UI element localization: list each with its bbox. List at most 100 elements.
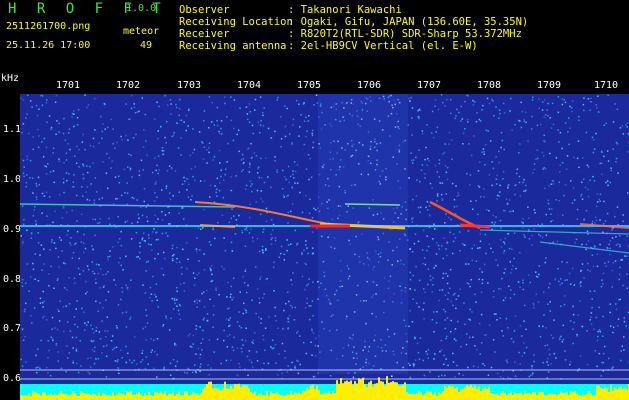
noise-speck [523, 320, 525, 322]
noise-speck [171, 244, 174, 247]
noise-speck [596, 339, 599, 342]
level-bar [296, 393, 298, 400]
noise-speck [157, 253, 159, 255]
noise-speck [99, 221, 101, 224]
noise-speck [90, 357, 92, 359]
noise-speck [154, 157, 156, 159]
level-bar [244, 385, 246, 400]
noise-speck [187, 125, 189, 127]
noise-speck [66, 357, 69, 359]
noise-speck [77, 371, 80, 374]
noise-speck [143, 200, 145, 203]
noise-speck [188, 333, 191, 335]
noise-speck [312, 141, 315, 144]
noise-speck [124, 192, 126, 194]
noise-speck [468, 283, 470, 285]
noise-speck [538, 107, 540, 109]
level-bar [276, 392, 278, 400]
antenna-label: Receiving antenna [179, 40, 287, 52]
noise-speck [95, 278, 97, 280]
noise-speck [603, 124, 605, 126]
noise-speck [262, 338, 265, 341]
noise-speck [66, 179, 68, 182]
noise-speck [601, 361, 603, 364]
noise-speck [610, 169, 613, 172]
noise-speck [528, 238, 531, 240]
noise-speck [199, 366, 201, 368]
level-bar [38, 393, 40, 400]
noise-speck [482, 363, 484, 365]
noise-speck [135, 256, 138, 258]
noise-speck [522, 181, 524, 184]
level-bar [314, 389, 316, 400]
noise-speck [218, 130, 220, 133]
level-bar [220, 390, 222, 400]
noise-speck [171, 168, 173, 170]
noise-speck [160, 125, 162, 128]
noise-speck [550, 183, 552, 185]
noise-speck [166, 235, 169, 237]
noise-speck [586, 330, 588, 332]
level-bar [234, 383, 236, 400]
level-bar [490, 393, 492, 400]
noise-speck [564, 295, 566, 297]
noise-speck [615, 157, 618, 160]
level-bar [318, 390, 320, 400]
noise-speck [611, 269, 614, 272]
noise-speck [310, 176, 313, 179]
noise-speck [185, 114, 188, 117]
noise-speck [34, 206, 36, 208]
noise-speck [246, 355, 249, 358]
noise-speck [145, 309, 147, 311]
noise-speck [92, 340, 95, 342]
noise-speck [502, 370, 504, 372]
noise-speck [455, 115, 457, 117]
noise-speck [459, 250, 461, 252]
noise-speck [252, 342, 254, 345]
noise-speck [165, 142, 167, 144]
noise-speck [68, 132, 70, 134]
noise-speck [597, 330, 599, 333]
noise-speck [530, 128, 533, 130]
noise-speck [71, 116, 73, 118]
level-bar [278, 394, 280, 400]
level-bar [76, 395, 78, 400]
noise-speck [580, 270, 582, 272]
level-bar [364, 384, 366, 400]
noise-speck [566, 279, 568, 281]
level-bar [282, 395, 284, 400]
noise-speck [176, 257, 178, 260]
noise-speck [236, 374, 239, 376]
noise-speck [56, 279, 59, 282]
noise-speck [22, 339, 25, 341]
noise-speck [572, 187, 575, 189]
noise-speck [599, 219, 601, 221]
noise-speck [290, 210, 292, 213]
noise-speck [511, 248, 513, 250]
noise-speck [409, 278, 412, 281]
noise-speck [196, 302, 199, 304]
level-bar [578, 395, 580, 400]
level-bar [402, 384, 404, 400]
noise-speck [105, 336, 107, 338]
noise-speck [265, 220, 268, 223]
noise-speck [202, 319, 205, 321]
noise-speck [280, 116, 282, 118]
noise-speck [192, 152, 194, 154]
noise-speck [495, 216, 497, 218]
noise-speck [35, 196, 38, 198]
noise-speck [195, 248, 198, 250]
noise-speck [288, 300, 290, 303]
noise-speck [45, 319, 48, 321]
noise-speck [220, 127, 222, 130]
noise-speck [196, 274, 198, 276]
noise-speck [189, 345, 192, 348]
noise-speck [292, 170, 294, 172]
noise-speck [296, 182, 299, 184]
noise-speck [45, 191, 48, 194]
noise-speck [75, 308, 77, 310]
noise-speck [490, 247, 492, 250]
noise-speck [126, 182, 128, 184]
noise-speck [425, 206, 427, 209]
noise-speck [186, 267, 188, 270]
